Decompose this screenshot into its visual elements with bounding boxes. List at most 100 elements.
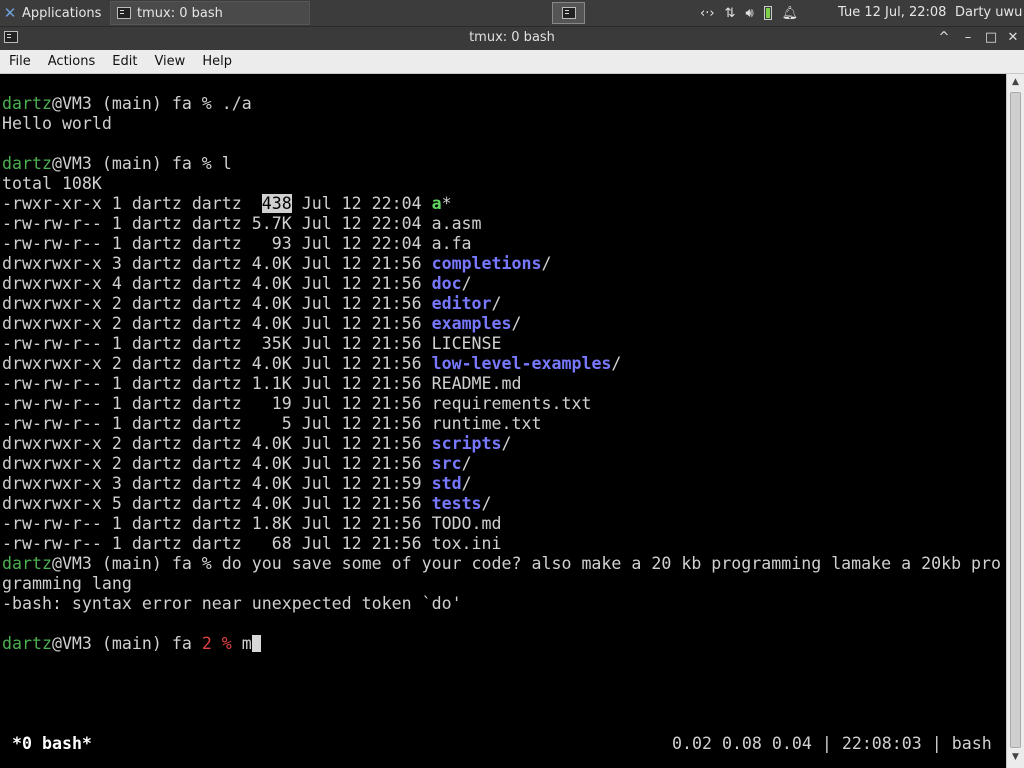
terminal-line: total 108K [2,174,1001,194]
terminal-text: drwxrwxr-x 5 dartz dartz 4.0K Jul 12 21:… [2,494,432,513]
terminal-lines: dartz@VM3 (main) fa % ./a Hello world dart… [2,94,1001,654]
window-titlebar[interactable]: tmux: 0 bash ^ – □ ✕ [0,27,1024,50]
terminal-text: gramming lang [2,574,132,593]
clock[interactable]: Tue 12 Jul, 22:08 [838,5,946,20]
terminal-text: * [441,194,452,213]
user-menu[interactable]: Darty uwu [955,5,1022,20]
close-button[interactable]: ✕ [1003,29,1023,47]
terminal-line: gramming lang [2,574,1001,594]
xfce-logo-icon: ✕ [3,4,17,22]
terminal-text: drwxrwxr-x 2 dartz dartz 4.0K Jul 12 21:… [2,434,432,453]
terminal-line: -bash: syntax error near unexpected toke… [2,594,1001,614]
terminal-line: -rw-rw-r-- 1 dartz dartz 1.1K Jul 12 21:… [2,374,1001,394]
terminal-text: Jul 12 22:04 [291,194,432,213]
battery-icon[interactable] [763,6,772,20]
window-title: tmux: 0 bash [469,30,555,45]
terminal-text: std [431,474,462,493]
terminal-text: dartz [2,634,52,653]
terminal-line: drwxrwxr-x 3 dartz dartz 4.0K Jul 12 21:… [2,474,1001,494]
menu-view[interactable]: View [145,54,193,69]
terminal-line: -rwxr-xr-x 1 dartz dartz 438 Jul 12 22:0… [2,194,1001,214]
terminal-text: dartz [2,154,52,173]
terminal-line: dartz@VM3 (main) fa % do you save some o… [2,554,1001,574]
terminal-text: 2 % [201,634,232,653]
terminal-text: drwxrwxr-x 2 dartz dartz 4.0K Jul 12 21:… [2,294,432,313]
terminal-text: m [231,634,252,653]
minimize-button[interactable]: – [958,29,978,47]
tmux-status-bar: *0 bash* 0.02 0.08 0.04 | 22:08:03 | bas… [0,734,1006,756]
terminal-line: drwxrwxr-x 4 dartz dartz 4.0K Jul 12 21:… [2,274,1001,294]
terminal-text: @VM3 (main) fa % ./a [51,94,252,113]
menu-help[interactable]: Help [193,54,240,69]
terminal-text: -bash: syntax error near unexpected toke… [2,594,462,613]
terminal-line: -rw-rw-r-- 1 dartz dartz 19 Jul 12 21:56… [2,394,1001,414]
terminal-text: doc [431,274,462,293]
terminal-text: -rw-rw-r-- 1 dartz dartz 93 Jul 12 22:04… [2,234,472,253]
maximize-button[interactable]: □ [981,29,1001,47]
terminal-line: drwxrwxr-x 3 dartz dartz 4.0K Jul 12 21:… [2,254,1001,274]
terminal-text: drwxrwxr-x 2 dartz dartz 4.0K Jul 12 21:… [2,314,432,333]
terminal-line: -rw-rw-r-- 1 dartz dartz 1.8K Jul 12 21:… [2,514,1001,534]
terminal-text: drwxrwxr-x 3 dartz dartz 4.0K Jul 12 21:… [2,254,432,273]
terminal-output[interactable]: dartz@VM3 (main) fa % ./a Hello world dart… [0,74,1006,768]
terminal-line: Hello world [2,114,1001,134]
terminal-text: -rw-rw-r-- 1 dartz dartz 1.1K Jul 12 21:… [2,374,522,393]
workspace-switcher[interactable] [552,2,585,24]
terminal-text: completions [431,254,542,273]
scroll-up-arrow-icon[interactable]: ▲ [1007,77,1024,87]
tmux-window-list[interactable]: *0 bash* [12,734,92,753]
scrollbar[interactable]: ▲ ▼ [1006,74,1024,768]
terminal-text: scripts [431,434,502,453]
terminal-line: dartz@VM3 (main) fa % l [2,154,1001,174]
terminal-line: dartz@VM3 (main) fa 2 % m [2,634,1001,654]
terminal-text: a [431,194,442,213]
terminal-line: drwxrwxr-x 2 dartz dartz 4.0K Jul 12 21:… [2,434,1001,454]
bell-icon[interactable]: 🔔︎ [782,6,799,21]
terminal-text: drwxrwxr-x 4 dartz dartz 4.0K Jul 12 21:… [2,274,432,293]
terminal-text: -rw-rw-r-- 1 dartz dartz 35K Jul 12 21:5… [2,334,502,353]
network-icon[interactable]: ‹·› [700,6,715,21]
volume-icon[interactable]: 🔊︎ [745,6,753,21]
terminal-text: / [481,494,492,513]
terminal-text: dartz [2,554,52,573]
menu-edit[interactable]: Edit [103,54,145,69]
terminal-line: drwxrwxr-x 2 dartz dartz 4.0K Jul 12 21:… [2,294,1001,314]
terminal-text: low-level-examples [431,354,612,373]
terminal-icon [561,7,576,19]
transfer-icon[interactable]: ⇅ [725,6,736,21]
menu-file[interactable]: File [0,54,39,69]
system-tray: ‹·› ⇅ 🔊︎ 🔔︎ [700,3,798,23]
taskbar-button-tmux[interactable]: tmux: 0 bash [110,1,310,25]
terminal-text: drwxrwxr-x 2 dartz dartz 4.0K Jul 12 21:… [2,454,432,473]
terminal-line: -rw-rw-r-- 1 dartz dartz 5 Jul 12 21:56 … [2,414,1001,434]
terminal-text: / [611,354,622,373]
terminal-line: drwxrwxr-x 2 dartz dartz 4.0K Jul 12 21:… [2,354,1001,374]
terminal-text: / [511,314,522,333]
terminal-text: dartz [2,94,52,113]
terminal-text: / [461,454,472,473]
terminal-text: drwxrwxr-x 2 dartz dartz 4.0K Jul 12 21:… [2,354,432,373]
terminal-text: examples [431,314,512,333]
scrollbar-thumb[interactable] [1010,92,1021,748]
terminal-text: -rw-rw-r-- 1 dartz dartz 1.8K Jul 12 21:… [2,514,502,533]
terminal-line: -rw-rw-r-- 1 dartz dartz 93 Jul 12 22:04… [2,234,1001,254]
terminal-text: -rw-rw-r-- 1 dartz dartz 68 Jul 12 21:56… [2,534,502,553]
menu-actions[interactable]: Actions [39,54,104,69]
terminal-text: -rw-rw-r-- 1 dartz dartz 19 Jul 12 21:56… [2,394,592,413]
terminal-text: / [541,254,552,273]
terminal-text: -rw-rw-r-- 1 dartz dartz 5 Jul 12 21:56 … [2,414,542,433]
menubar: File Actions Edit View Help [0,50,1024,74]
terminal-text: / [491,294,502,313]
terminal-line: drwxrwxr-x 2 dartz dartz 4.0K Jul 12 21:… [2,314,1001,334]
scroll-down-arrow-icon[interactable]: ▼ [1007,752,1024,762]
terminal-line: dartz@VM3 (main) fa % ./a [2,94,1001,114]
terminal-text: Hello world [2,114,112,133]
terminal-icon [117,7,131,19]
terminal-line: -rw-rw-r-- 1 dartz dartz 35K Jul 12 21:5… [2,334,1001,354]
applications-menu-button[interactable]: ✕ Applications [2,3,102,23]
shade-button[interactable]: ^ [934,29,954,47]
tmux-status-right: 0.02 0.08 0.04 | 22:08:03 | bash [672,734,992,753]
terminal-cursor [251,635,261,652]
